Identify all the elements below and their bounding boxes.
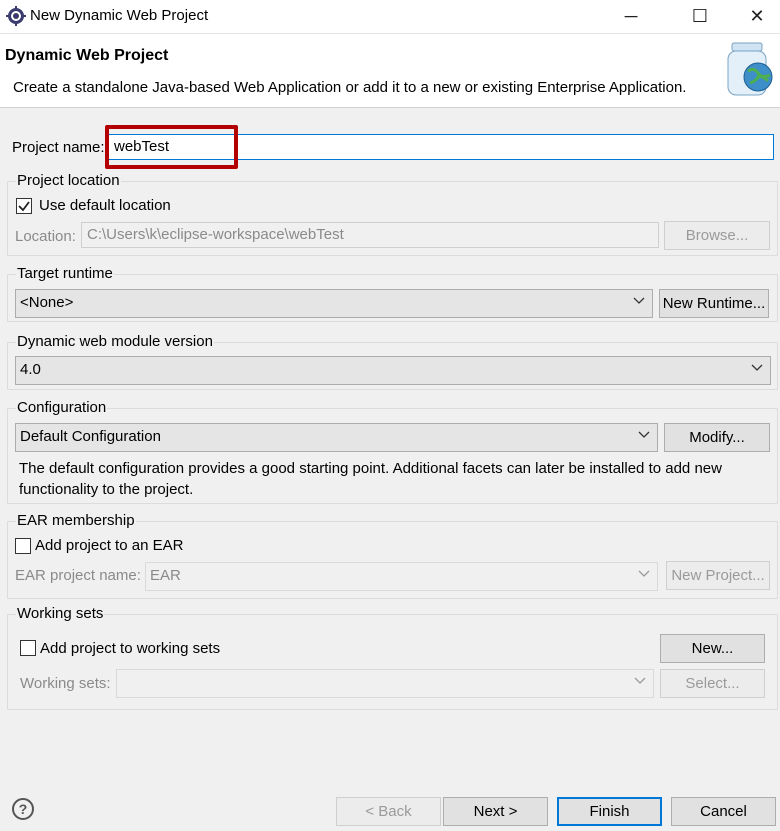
chevron-down-icon: [634, 677, 646, 684]
web-module-version-group-label: Dynamic web module version: [16, 333, 214, 350]
next-button[interactable]: Next >: [443, 797, 548, 826]
modify-button[interactable]: Modify...: [664, 423, 770, 452]
close-button[interactable]: ✕: [734, 0, 780, 33]
new-working-set-button[interactable]: New...: [660, 634, 765, 663]
chevron-down-icon: [638, 431, 650, 438]
new-runtime-button[interactable]: New Runtime...: [659, 289, 769, 318]
minimize-button[interactable]: ─: [608, 0, 654, 33]
ear-project-name-value: EAR: [150, 567, 181, 584]
ear-membership-group-label: EAR membership: [16, 512, 136, 529]
target-runtime-group-label: Target runtime: [16, 265, 114, 282]
ear-project-name-label: EAR project name:: [15, 567, 141, 584]
select-working-sets-button[interactable]: Select...: [660, 669, 765, 698]
location-label: Location:: [15, 228, 76, 245]
page-description: Create a standalone Java-based Web Appli…: [13, 79, 687, 96]
location-input[interactable]: C:\Users\k\eclipse-workspace\webTest: [81, 222, 659, 248]
title-bar: New Dynamic Web Project ─ ☐ ✕: [0, 0, 780, 34]
ear-project-name-select[interactable]: EAR: [145, 562, 658, 591]
working-sets-group-label: Working sets: [16, 605, 105, 622]
eclipse-gear-icon: [6, 6, 26, 26]
window-title: New Dynamic Web Project: [30, 7, 209, 24]
web-module-version-value: 4.0: [20, 361, 41, 378]
chevron-down-icon: [638, 570, 650, 577]
browse-button[interactable]: Browse...: [664, 221, 770, 250]
back-button[interactable]: < Back: [336, 797, 441, 826]
add-to-working-sets-label: Add project to working sets: [40, 640, 221, 657]
configuration-group-label: Configuration: [16, 399, 108, 416]
configuration-value: Default Configuration: [20, 428, 161, 445]
chevron-down-icon: [633, 297, 645, 304]
chevron-down-icon: [751, 364, 763, 371]
configuration-select[interactable]: Default Configuration: [15, 423, 658, 452]
help-icon[interactable]: ?: [12, 798, 34, 820]
page-title: Dynamic Web Project: [5, 47, 169, 64]
wizard-header: Dynamic Web Project Create a standalone …: [0, 34, 780, 108]
cancel-button[interactable]: Cancel: [671, 797, 776, 826]
highlight-box: [105, 125, 238, 169]
finish-button[interactable]: Finish: [557, 797, 662, 826]
working-sets-select[interactable]: [116, 669, 654, 698]
configuration-description: The default configuration provides a goo…: [19, 460, 722, 498]
web-module-version-select[interactable]: 4.0: [15, 356, 771, 385]
add-to-ear-checkbox[interactable]: [15, 538, 31, 554]
project-name-label: Project name:: [12, 139, 105, 156]
target-runtime-select[interactable]: <None>: [15, 289, 653, 318]
add-to-working-sets-checkbox[interactable]: [20, 640, 36, 656]
checkmark-icon: [18, 201, 30, 212]
target-runtime-value: <None>: [20, 294, 74, 311]
use-default-location-checkbox[interactable]: [16, 198, 32, 214]
working-sets-label: Working sets:: [20, 675, 111, 692]
add-to-ear-label: Add project to an EAR: [35, 537, 184, 554]
use-default-location-label: Use default location: [39, 197, 171, 214]
web-project-jar-globe-icon: [718, 39, 780, 101]
new-ear-project-button[interactable]: New Project...: [666, 561, 770, 590]
maximize-button[interactable]: ☐: [677, 0, 723, 33]
project-location-group-label: Project location: [16, 172, 121, 189]
